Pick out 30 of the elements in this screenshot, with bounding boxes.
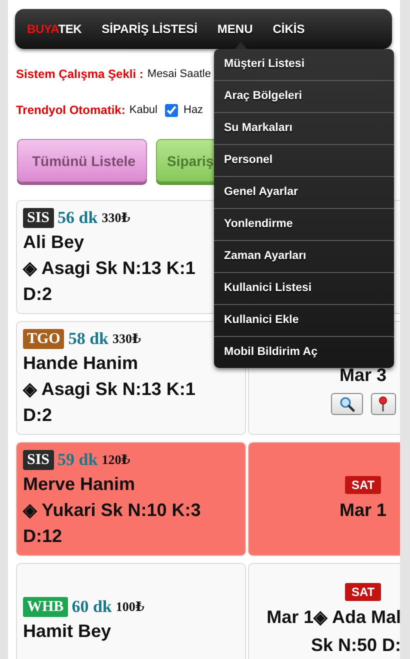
address-text: D:12	[23, 525, 64, 548]
price-text: 120₺	[102, 452, 130, 468]
setting-label: Trendyol Otomatik:	[16, 103, 126, 117]
day-badge: SAT	[345, 476, 381, 494]
source-badge: TGO	[23, 329, 64, 349]
minutes-text: 56 dk	[58, 208, 98, 228]
address-text: ◈ Asagi Sk N:13 K:1	[23, 378, 196, 401]
minutes-text: 59 dk	[58, 450, 98, 470]
customer-name: Ali Bey	[23, 231, 86, 254]
source-badge: WHB	[23, 597, 68, 617]
price-text: 330₺	[102, 210, 130, 226]
delivery-text: Mar 3	[339, 364, 387, 387]
setting-value: Kabul	[129, 104, 158, 116]
setting-label: Sistem Çalışma Şekli :	[16, 67, 144, 81]
price-text: 330₺	[112, 331, 142, 347]
delivery-text: Mar 1	[339, 499, 387, 522]
delivery-text: Sk N:50 D:	[310, 634, 400, 657]
day-badge: SAT	[345, 583, 381, 601]
address-text: ◈ Yukari Sk N:10 K:3	[23, 499, 202, 522]
delivery-text: Mar 1◈ Ada Mal	[266, 606, 400, 629]
customer-name: Hamit Bey	[23, 620, 112, 643]
minutes-text: 58 dk	[68, 329, 109, 349]
setting-value: Mesai Saatle	[147, 68, 211, 80]
source-badge: SIS	[23, 450, 54, 470]
price-text: 100₺	[116, 599, 144, 615]
setting-value: Haz	[184, 104, 204, 116]
address-text: D:2	[23, 404, 54, 427]
minutes-text: 60 dk	[72, 597, 112, 617]
source-badge: SIS	[23, 208, 54, 228]
customer-name: Merve Hanim	[23, 473, 136, 496]
